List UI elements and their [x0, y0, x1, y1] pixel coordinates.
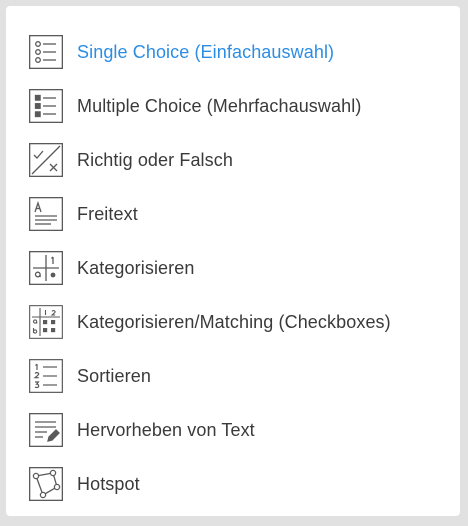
free-text-icon	[29, 197, 63, 231]
menu-item-free-text[interactable]: Freitext	[6, 187, 460, 241]
menu-item-label: Freitext	[77, 203, 138, 224]
menu-item-label: Sortieren	[77, 365, 151, 386]
multiple-choice-icon	[29, 89, 63, 123]
highlight-text-icon	[29, 413, 63, 447]
menu-item-categorize[interactable]: Kategorisieren	[6, 241, 460, 295]
true-false-icon	[29, 143, 63, 177]
menu-item-multiple-choice[interactable]: Multiple Choice (Mehrfachauswahl)	[6, 79, 460, 133]
menu-item-label: Kategorisieren	[77, 257, 195, 278]
menu-item-label: Single Choice (Einfachauswahl)	[77, 41, 335, 62]
menu-item-hotspot[interactable]: Hotspot	[6, 457, 460, 511]
hotspot-icon	[29, 467, 63, 501]
menu-item-label: Hervorheben von Text	[77, 419, 255, 440]
question-type-menu: Single Choice (Einfachauswahl) Multiple …	[6, 6, 460, 516]
sort-icon	[29, 359, 63, 393]
menu-item-label: Richtig oder Falsch	[77, 149, 233, 170]
menu-item-label: Hotspot	[77, 473, 140, 494]
matching-icon	[29, 305, 63, 339]
menu-item-label: Kategorisieren/Matching (Checkboxes)	[77, 311, 391, 332]
menu-item-highlight-text[interactable]: Hervorheben von Text	[6, 403, 460, 457]
single-choice-icon	[29, 35, 63, 69]
menu-item-true-false[interactable]: Richtig oder Falsch	[6, 133, 460, 187]
categorize-icon	[29, 251, 63, 285]
menu-item-single-choice[interactable]: Single Choice (Einfachauswahl)	[6, 25, 460, 79]
menu-item-sort[interactable]: Sortieren	[6, 349, 460, 403]
menu-item-label: Multiple Choice (Mehrfachauswahl)	[77, 95, 362, 116]
menu-item-matching[interactable]: Kategorisieren/Matching (Checkboxes)	[6, 295, 460, 349]
